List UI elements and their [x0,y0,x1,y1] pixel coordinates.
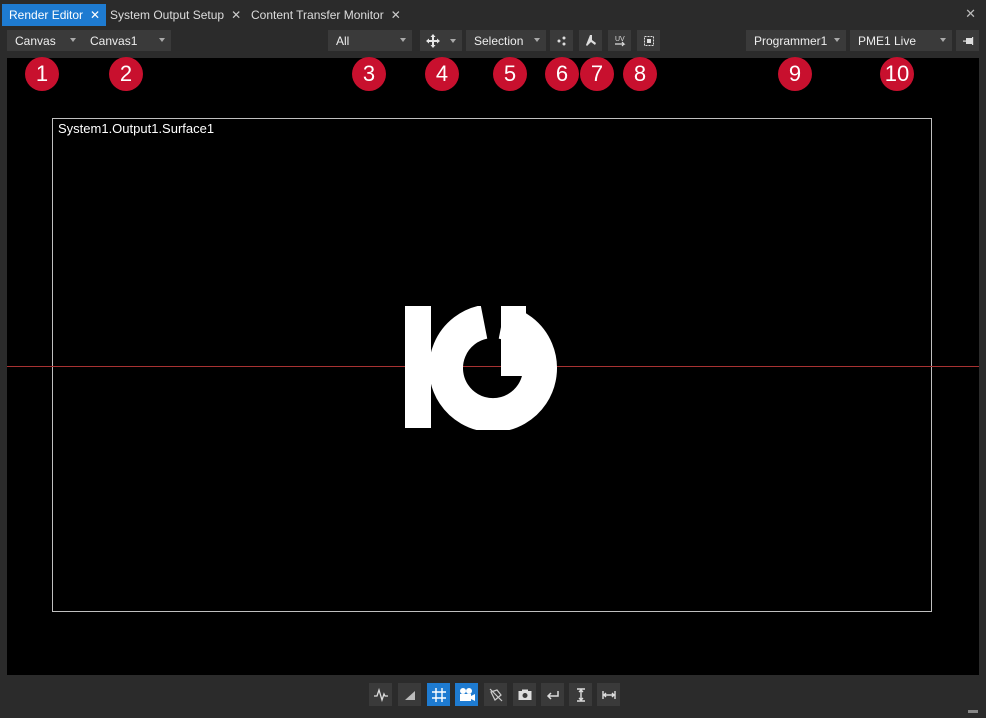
canvas-dropdown[interactable]: Canvas1 [82,30,171,51]
mesh-off-icon [489,688,502,701]
callout-badge-1: 1 [25,57,59,91]
vertex-points-icon [557,36,565,45]
power-logo-icon [405,306,557,430]
pme-value: PME1 Live [858,33,917,48]
filter-value: All [336,33,350,48]
callout-badge-7: 7 [580,57,614,91]
bottom-toolbar: ▬ [0,675,986,718]
grid-icon [431,687,446,702]
programmer-dropdown[interactable]: Programmer1 [746,30,846,51]
surface-label: System1.Output1.Surface1 [58,121,215,136]
chevron-down-icon [834,38,840,42]
return-arrow-icon [546,690,559,700]
callout-badge-10: 10 [880,57,914,91]
chevron-down-icon [70,38,76,42]
render-viewport[interactable]: System1.Output1.Surface1 [7,58,979,675]
close-icon[interactable]: ✕ [231,8,241,22]
callout-badge-8: 8 [623,57,657,91]
tab-system-output-setup[interactable]: System Output Setup ✕ [103,4,247,26]
canvas-value: Canvas1 [90,33,138,48]
callout-badge-9: 9 [778,57,812,91]
fit-height-icon [576,687,585,702]
tab-bar: Render Editor ✕ System Output Setup ✕ Co… [0,0,986,27]
pin-icon [962,36,973,45]
grid-toggle-button[interactable] [427,683,450,706]
fit-width-icon [601,690,616,699]
toolbar: Canvas Canvas1 All Selection UV Programm… [0,27,986,56]
selection-mode-dropdown[interactable]: Selection [466,30,546,51]
waveform-icon [373,687,388,702]
camera-view-button[interactable] [455,683,478,706]
pme-dropdown[interactable]: PME1 Live [850,30,952,51]
waveform-button[interactable] [369,683,392,706]
move-icon [426,33,440,48]
tab-label: System Output Setup [110,8,225,22]
chevron-down-icon [534,38,540,42]
close-icon[interactable]: ✕ [90,8,100,22]
snapshot-button[interactable] [513,683,536,706]
view-mode-dropdown[interactable]: Canvas [7,30,82,51]
chevron-down-icon [159,38,165,42]
programmer-value: Programmer1 [754,33,828,48]
chevron-down-icon [400,38,406,42]
close-icon[interactable]: ✕ [391,8,401,22]
chevron-down-icon [940,38,946,42]
tab-label: Render Editor [9,8,84,22]
tab-label: Content Transfer Monitor [251,8,384,22]
resize-grip-icon[interactable]: ▬ [968,705,978,716]
filter-dropdown[interactable]: All [328,30,412,51]
pin-button[interactable] [956,30,979,51]
gradient-ramp-icon [404,690,415,700]
callout-badge-5: 5 [493,57,527,91]
transform-mode-button[interactable] [420,30,462,51]
selection-mode-value: Selection [474,33,524,48]
window-close-icon[interactable]: ✕ [965,6,976,22]
gradient-button[interactable] [398,683,421,706]
points-button[interactable] [550,30,573,51]
fit-width-button[interactable] [597,683,620,706]
svg-text:UV: UV [615,36,625,43]
uv-button[interactable]: UV [608,30,631,51]
callout-badge-2: 2 [109,57,143,91]
pivot-icon [585,34,596,46]
callout-badge-6: 6 [545,57,579,91]
hide-mesh-button[interactable] [484,683,507,706]
chevron-down-icon [450,39,456,43]
tab-content-transfer-monitor[interactable]: Content Transfer Monitor ✕ [244,4,407,26]
return-button[interactable] [541,683,564,706]
video-camera-icon [459,687,475,701]
uv-icon: UV [614,36,625,46]
tab-render-editor[interactable]: Render Editor ✕ [2,4,107,26]
fit-height-button[interactable] [569,683,592,706]
callout-badge-4: 4 [425,57,459,91]
bounding-box-icon [643,35,654,46]
callout-badge-3: 3 [352,57,386,91]
camera-icon [518,689,531,700]
pivot-button[interactable] [579,30,602,51]
view-mode-value: Canvas [15,33,56,48]
bounds-button[interactable] [637,30,660,51]
